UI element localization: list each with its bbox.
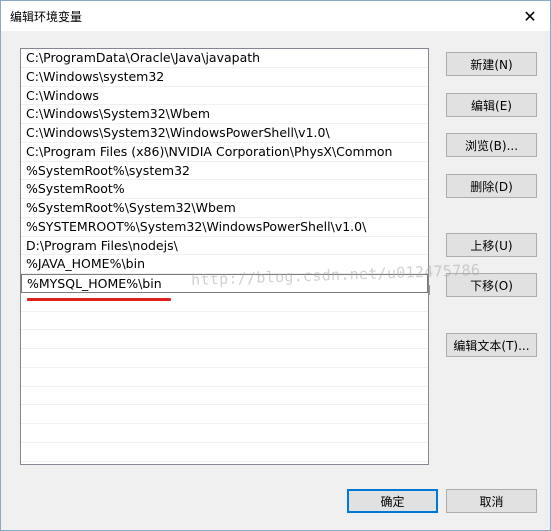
list-item-empty[interactable]: [21, 443, 428, 462]
new-button[interactable]: 新建(N): [446, 52, 537, 76]
list-item-empty[interactable]: [21, 349, 428, 368]
list-item[interactable]: C:\Windows: [21, 87, 428, 106]
close-icon[interactable]: ✕: [510, 1, 550, 31]
list-item[interactable]: C:\Program Files (x86)\NVIDIA Corporatio…: [21, 143, 428, 162]
list-item[interactable]: %SystemRoot%\System32\Wbem: [21, 199, 428, 218]
cancel-button[interactable]: 取消: [446, 489, 537, 513]
list-item-empty[interactable]: [21, 424, 428, 443]
list-item[interactable]: C:\ProgramData\Oracle\Java\javapath: [21, 49, 428, 68]
ok-button[interactable]: 确定: [347, 489, 438, 513]
list-item-empty[interactable]: [21, 368, 428, 387]
list-item[interactable]: D:\Program Files\nodejs\: [21, 237, 428, 256]
dialog-title: 编辑环境变量: [10, 10, 83, 24]
list-item-empty[interactable]: [21, 293, 428, 312]
path-list[interactable]: C:\ProgramData\Oracle\Java\javapath C:\Wi…: [20, 48, 429, 465]
list-item[interactable]: C:\Windows\system32: [21, 68, 428, 87]
list-item[interactable]: C:\Windows\System32\Wbem: [21, 105, 428, 124]
list-item-empty[interactable]: [21, 330, 428, 349]
list-item-empty[interactable]: [21, 312, 428, 331]
highlight-underline: [27, 298, 171, 301]
list-item[interactable]: C:\Windows\System32\WindowsPowerShell\v1…: [21, 124, 428, 143]
delete-button[interactable]: 删除(D): [446, 174, 537, 198]
text-cursor: [429, 285, 430, 295]
list-item-empty[interactable]: [21, 405, 428, 424]
list-item[interactable]: %SystemRoot%: [21, 180, 428, 199]
list-item[interactable]: %SYSTEMROOT%\System32\WindowsPowerShell\…: [21, 218, 428, 237]
list-item-empty[interactable]: [21, 387, 428, 406]
edit-button[interactable]: 编辑(E): [446, 93, 537, 117]
browse-button[interactable]: 浏览(B)...: [446, 133, 537, 157]
edit-env-variable-dialog: 编辑环境变量 ✕ C:\ProgramData\Oracle\Java\java…: [0, 0, 551, 531]
list-item[interactable]: %SystemRoot%\system32: [21, 162, 428, 181]
title-bar: 编辑环境变量 ✕: [1, 1, 550, 31]
edit-text-button[interactable]: 编辑文本(T)...: [446, 333, 537, 357]
move-up-button[interactable]: 上移(U): [446, 233, 537, 257]
